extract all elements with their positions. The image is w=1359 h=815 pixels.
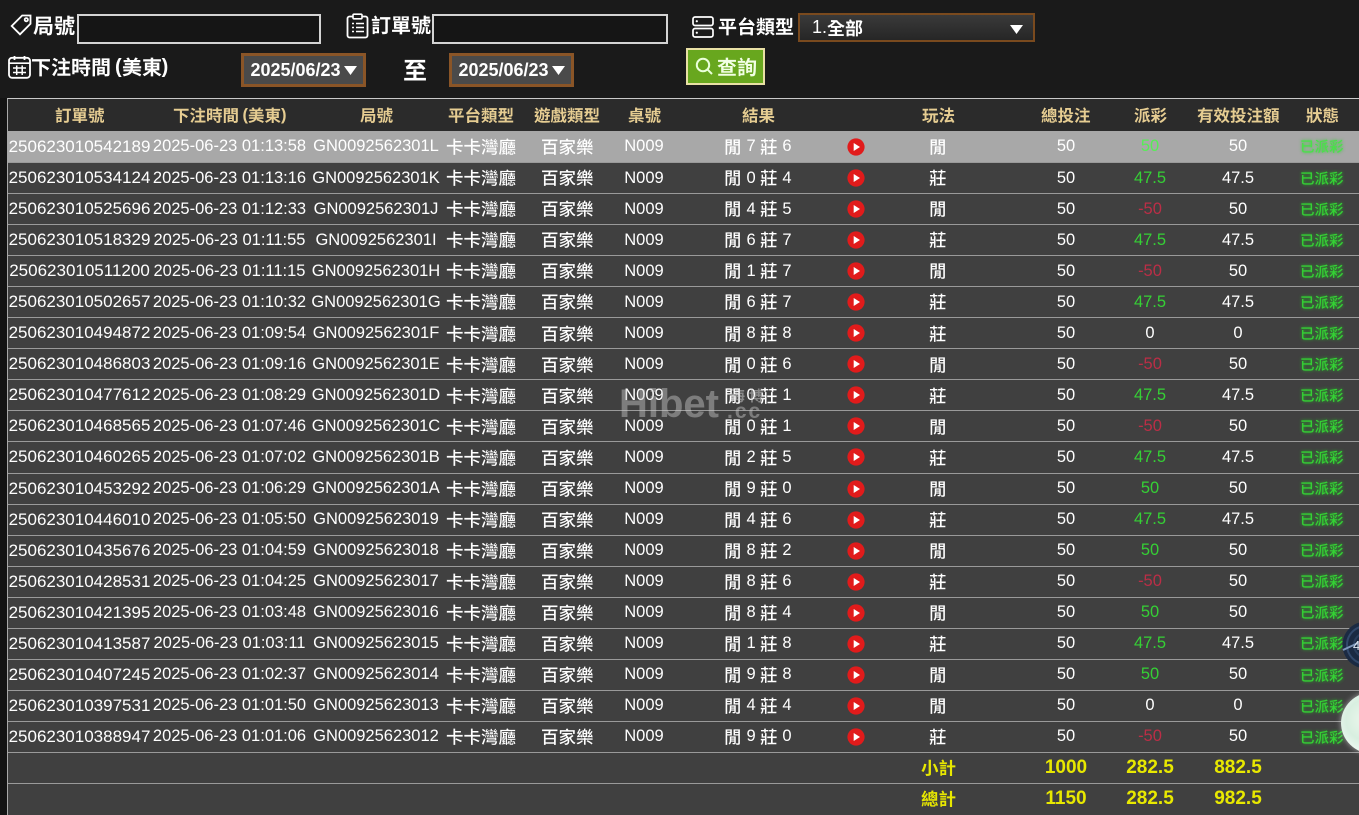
- svg-text:4: 4: [1353, 638, 1359, 653]
